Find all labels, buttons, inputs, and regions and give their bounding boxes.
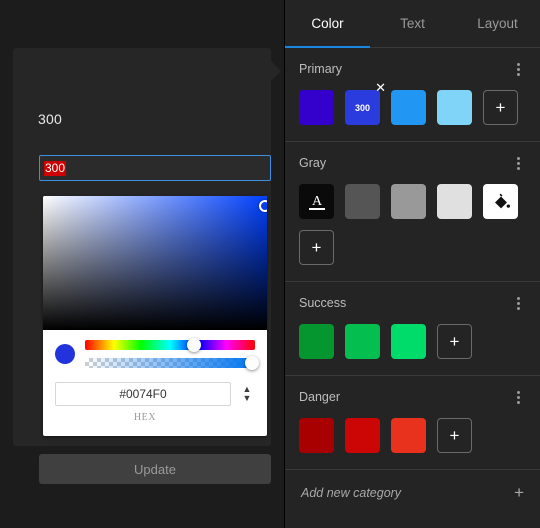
section-title: Success	[299, 296, 347, 310]
hex-input[interactable]: #0074F0	[55, 382, 231, 406]
panel-tabs: Color Text Layout	[285, 0, 540, 48]
popover-title: 300	[38, 111, 62, 127]
slider-row	[55, 338, 259, 370]
section-title: Danger	[299, 390, 340, 404]
section-header: Primary	[299, 62, 526, 76]
plus-icon[interactable]: +	[514, 484, 524, 501]
tab-layout[interactable]: Layout	[455, 1, 540, 47]
color-swatch[interactable]	[299, 418, 334, 453]
color-swatch[interactable]	[299, 324, 334, 359]
section-menu-icon[interactable]	[510, 390, 526, 404]
update-button[interactable]: Update	[39, 454, 271, 484]
chevron-down-icon[interactable]: ▼	[243, 394, 252, 403]
color-swatch[interactable]	[437, 90, 472, 125]
tab-color[interactable]: Color	[285, 1, 370, 47]
left-canvas-area: 300 300 #0074F0 ▲ ▼ HEX Update	[0, 0, 284, 528]
swatch-row: +	[299, 324, 526, 359]
section-header: Danger	[299, 390, 526, 404]
section-header: Success	[299, 296, 526, 310]
color-edit-popover: 300 300 #0074F0 ▲ ▼ HEX Update	[13, 48, 271, 484]
color-swatch[interactable]: 300 ✕	[345, 81, 386, 125]
add-swatch-button[interactable]: +	[299, 230, 334, 265]
section-menu-icon[interactable]	[510, 296, 526, 310]
section-danger: Danger +	[285, 376, 540, 470]
add-swatch-button[interactable]: +	[437, 418, 472, 453]
close-icon[interactable]: ✕	[375, 81, 386, 94]
tab-text[interactable]: Text	[370, 1, 455, 47]
svg-text:A: A	[311, 194, 322, 209]
swatch-row: A +	[299, 184, 526, 265]
saturation-value-panel[interactable]	[43, 196, 267, 330]
color-swatch[interactable]	[345, 184, 380, 219]
add-new-category-label: Add new category	[301, 485, 402, 500]
properties-panel: Color Text Layout Primary 300 ✕ + Gray A + Succes…	[284, 0, 540, 528]
hue-slider-knob[interactable]	[187, 338, 201, 352]
text-color-icon-swatch[interactable]: A	[299, 184, 334, 219]
color-swatch[interactable]	[391, 418, 426, 453]
swatch-label: 300	[354, 102, 371, 113]
hue-slider[interactable]	[85, 338, 255, 352]
color-name-input[interactable]: 300	[39, 155, 271, 181]
section-title: Primary	[299, 62, 343, 76]
format-stepper[interactable]: ▲ ▼	[239, 385, 255, 403]
color-preview-dot	[55, 344, 75, 364]
section-primary: Primary 300 ✕ +	[285, 48, 540, 142]
active-tab-underline	[285, 46, 370, 48]
popover-arrow	[270, 60, 281, 82]
app-root: 300 300 #0074F0 ▲ ▼ HEX Update Color Tex…	[0, 0, 540, 528]
section-title: Gray	[299, 156, 327, 170]
color-swatch[interactable]	[345, 324, 380, 359]
text-color-icon: A	[308, 194, 325, 210]
alpha-slider[interactable]	[85, 356, 259, 370]
hex-format-label: HEX	[133, 412, 157, 423]
color-swatch[interactable]	[299, 90, 334, 125]
section-success: Success +	[285, 282, 540, 376]
section-gray: Gray A +	[285, 142, 540, 282]
color-swatch[interactable]	[437, 184, 472, 219]
color-swatch[interactable]	[345, 418, 380, 453]
color-swatch[interactable]	[391, 184, 426, 219]
section-header: Gray	[299, 156, 526, 170]
add-swatch-button[interactable]: +	[483, 90, 518, 125]
color-name-value: 300	[44, 160, 67, 176]
alpha-slider-knob[interactable]	[244, 356, 259, 370]
add-new-category-row[interactable]: Add new category +	[285, 470, 540, 515]
color-picker-card[interactable]: #0074F0 ▲ ▼ HEX	[43, 196, 267, 436]
fill-bucket-icon	[494, 193, 510, 208]
fill-bucket-icon-swatch[interactable]	[483, 184, 518, 219]
section-menu-icon[interactable]	[510, 62, 526, 76]
add-swatch-button[interactable]: +	[437, 324, 472, 359]
color-swatch[interactable]	[391, 90, 426, 125]
sv-cursor-handle[interactable]	[259, 200, 267, 212]
color-swatch[interactable]	[391, 324, 426, 359]
swatch-row: 300 ✕ +	[299, 81, 526, 125]
section-menu-icon[interactable]	[510, 156, 526, 170]
chevron-up-icon[interactable]: ▲	[243, 385, 252, 394]
hex-row: #0074F0 ▲ ▼	[55, 382, 255, 406]
color-sections: Primary 300 ✕ + Gray A + Success + Danger +	[285, 48, 540, 470]
picker-controls: #0074F0 ▲ ▼ HEX	[43, 330, 267, 431]
sliders-group	[85, 338, 259, 370]
swatch-row: +	[299, 418, 526, 453]
